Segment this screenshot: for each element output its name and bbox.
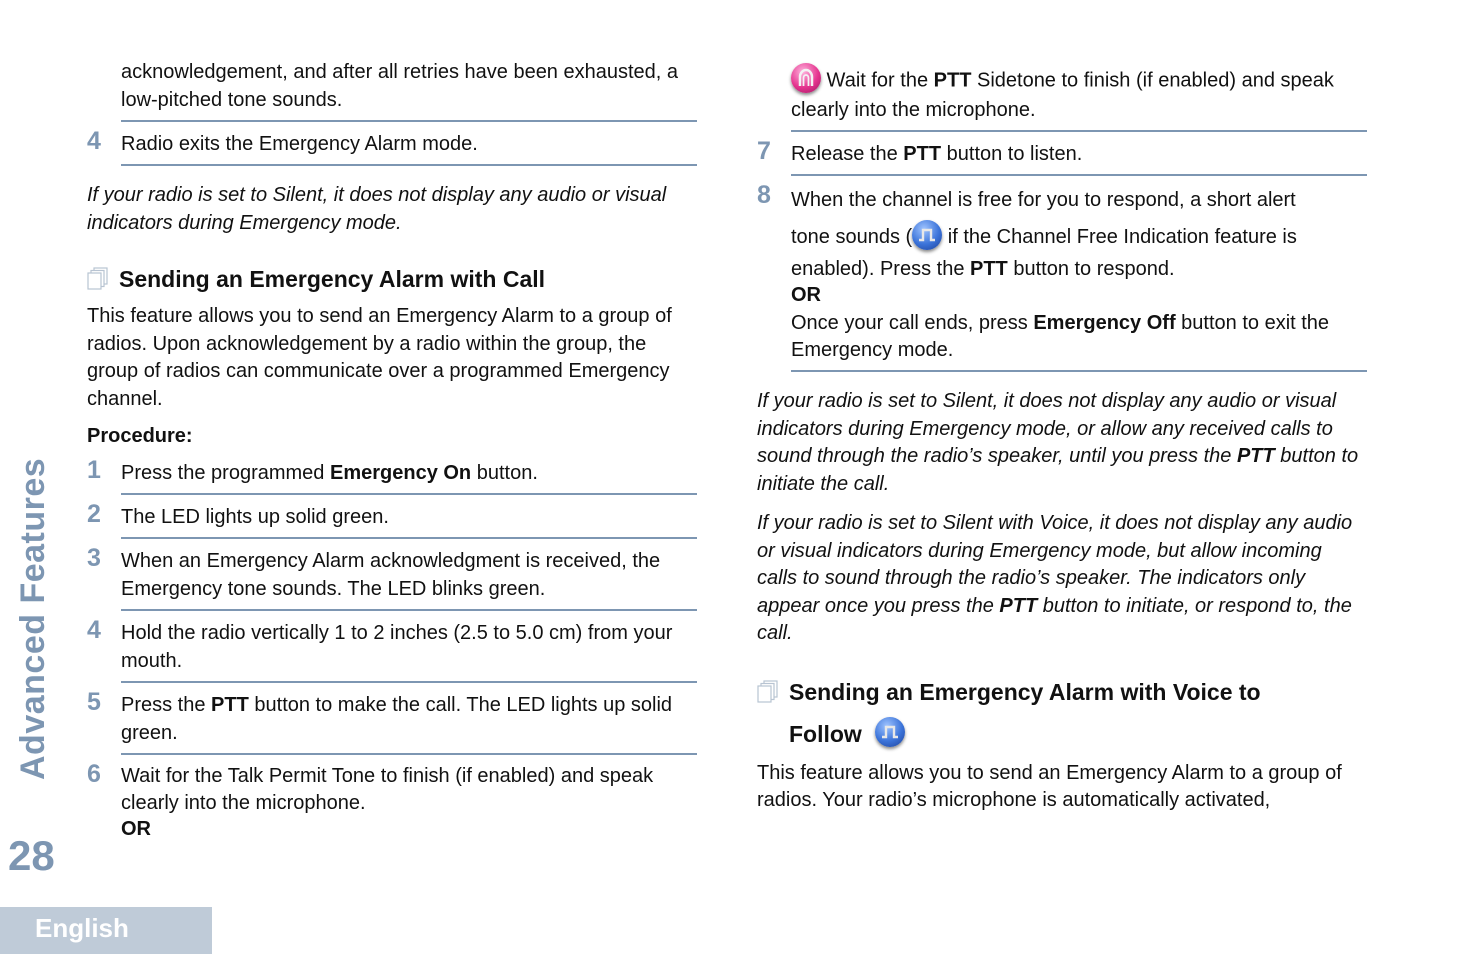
button-name: PTT bbox=[970, 258, 1008, 280]
step-divider bbox=[121, 164, 697, 166]
channel-free-tone-icon bbox=[912, 219, 943, 250]
document-icon bbox=[757, 679, 778, 703]
step-text: Wait for the PTT Sidetone to finish (if … bbox=[791, 63, 1367, 130]
step-text: Press the PTT button to make the call. T… bbox=[121, 691, 697, 753]
step-5: 5 Press the PTT button to make the call.… bbox=[87, 687, 697, 753]
text: button to respond. bbox=[1007, 258, 1175, 280]
section-intro: This feature allows you to send an Emerg… bbox=[757, 761, 1342, 812]
step-text: The LED lights up solid green. bbox=[121, 505, 389, 528]
step-divider bbox=[791, 130, 1367, 132]
step-text: Release the PTT button to listen. bbox=[791, 140, 1367, 174]
text: Once your call ends, press bbox=[791, 312, 1034, 334]
step-line: tone sounds ( if the Channel Free Indica… bbox=[791, 216, 1367, 258]
silent-note: If your radio is set to Silent, it does … bbox=[757, 388, 1367, 498]
step-line: When the channel is free for you to resp… bbox=[791, 189, 1296, 211]
button-name: PTT bbox=[1236, 445, 1275, 467]
step-divider bbox=[791, 174, 1367, 176]
step-text: Press the programmed Emergency On button… bbox=[121, 459, 697, 493]
text: tone sounds ( bbox=[791, 226, 913, 248]
step-text: Wait for the Talk Permit Tone to finish … bbox=[121, 764, 654, 814]
text: if the Channel Free Indication feature i… bbox=[942, 226, 1297, 248]
section-title-line2: Follow bbox=[789, 712, 1367, 756]
step-number: 5 bbox=[87, 687, 101, 716]
step-number: 4 bbox=[87, 127, 101, 155]
left-column: acknowledgement, and after all retries h… bbox=[87, 58, 697, 841]
section-heading: Sending an Emergency Alarm with Voice to… bbox=[757, 672, 1367, 756]
step-4-prev: 4 Radio exits the Emergency Alarm mode. bbox=[87, 127, 697, 164]
step-number: 7 bbox=[757, 137, 771, 165]
step-continued: acknowledgement, and after all retries h… bbox=[87, 58, 697, 120]
right-column: Wait for the PTT Sidetone to finish (if … bbox=[757, 63, 1367, 815]
ptt-sidetone-icon bbox=[791, 63, 821, 93]
step-text: When an Emergency Alarm acknowledgment i… bbox=[121, 549, 661, 600]
text: button. bbox=[471, 461, 538, 484]
step-1: 1 Press the programmed Emergency On butt… bbox=[87, 455, 697, 493]
step-alt-text: Once your call ends, press Emergency Off… bbox=[791, 310, 1367, 370]
step-text: acknowledgement, and after all retries h… bbox=[121, 61, 679, 111]
button-name: Emergency Off bbox=[1033, 312, 1176, 334]
section-title: Sending an Emergency Alarm with Voice to bbox=[789, 678, 1261, 705]
text: Press the bbox=[121, 693, 212, 716]
button-name: PTT bbox=[999, 594, 1038, 617]
silent-with-voice-note: If your radio is set to Silent with Voic… bbox=[757, 510, 1367, 648]
text: Release the bbox=[791, 143, 904, 165]
button-name: PTT bbox=[903, 143, 942, 165]
text: Press the programmed bbox=[121, 461, 330, 484]
button-name: PTT bbox=[211, 693, 249, 716]
procedure-label: Procedure: bbox=[87, 425, 193, 447]
section-title: Sending an Emergency Alarm with Call bbox=[119, 266, 546, 292]
document-icon bbox=[87, 267, 108, 290]
step-number: 8 bbox=[757, 181, 771, 209]
step-number: 3 bbox=[87, 543, 101, 572]
step-number: 1 bbox=[87, 455, 101, 484]
section-heading: Sending an Emergency Alarm with Call bbox=[87, 259, 697, 299]
step-8: 8 When the channel is free for you to re… bbox=[757, 181, 1367, 370]
step-divider bbox=[791, 370, 1367, 372]
step-2: 2 The LED lights up solid green. bbox=[87, 499, 697, 537]
step-6: 6 Wait for the Talk Permit Tone to finis… bbox=[87, 759, 697, 841]
or-label: OR bbox=[791, 284, 821, 306]
text: enabled). Press the bbox=[791, 258, 970, 280]
step-divider bbox=[121, 120, 697, 122]
section-intro: This feature allows you to send an Emerg… bbox=[87, 305, 672, 410]
step-number: 4 bbox=[87, 615, 101, 644]
step-3: 3 When an Emergency Alarm acknowledgment… bbox=[87, 543, 697, 609]
text: button to listen. bbox=[941, 143, 1083, 165]
step-text: Radio exits the Emergency Alarm mode. bbox=[121, 133, 478, 155]
step-number: 6 bbox=[87, 759, 101, 788]
button-name: Emergency On bbox=[329, 461, 472, 484]
step-divider bbox=[121, 752, 697, 755]
step-6-continued: Wait for the PTT Sidetone to finish (if … bbox=[757, 63, 1367, 130]
step-divider bbox=[121, 608, 697, 611]
step-divider bbox=[121, 536, 697, 539]
step-text: Hold the radio vertically 1 to 2 inches … bbox=[121, 621, 673, 672]
language-label: English bbox=[35, 913, 129, 943]
voice-to-follow-tone-icon bbox=[874, 717, 905, 748]
silent-note: If your radio is set to Silent, it does … bbox=[87, 184, 667, 234]
step-number: 2 bbox=[87, 499, 101, 528]
step-divider bbox=[121, 492, 697, 495]
step-4: 4 Hold the radio vertically 1 to 2 inche… bbox=[87, 615, 697, 681]
page-number: 28 bbox=[8, 832, 55, 879]
text: Follow bbox=[789, 720, 862, 747]
text: Wait for the bbox=[821, 69, 934, 92]
button-name: PTT bbox=[933, 69, 972, 92]
section-title-vertical: Advanced Features bbox=[14, 457, 52, 780]
step-divider bbox=[121, 680, 697, 683]
language-tab: English bbox=[0, 907, 212, 954]
or-label: OR bbox=[121, 817, 151, 840]
step-line: enabled). Press the PTT button to respon… bbox=[791, 258, 1367, 280]
step-7: 7 Release the PTT button to listen. bbox=[757, 137, 1367, 174]
